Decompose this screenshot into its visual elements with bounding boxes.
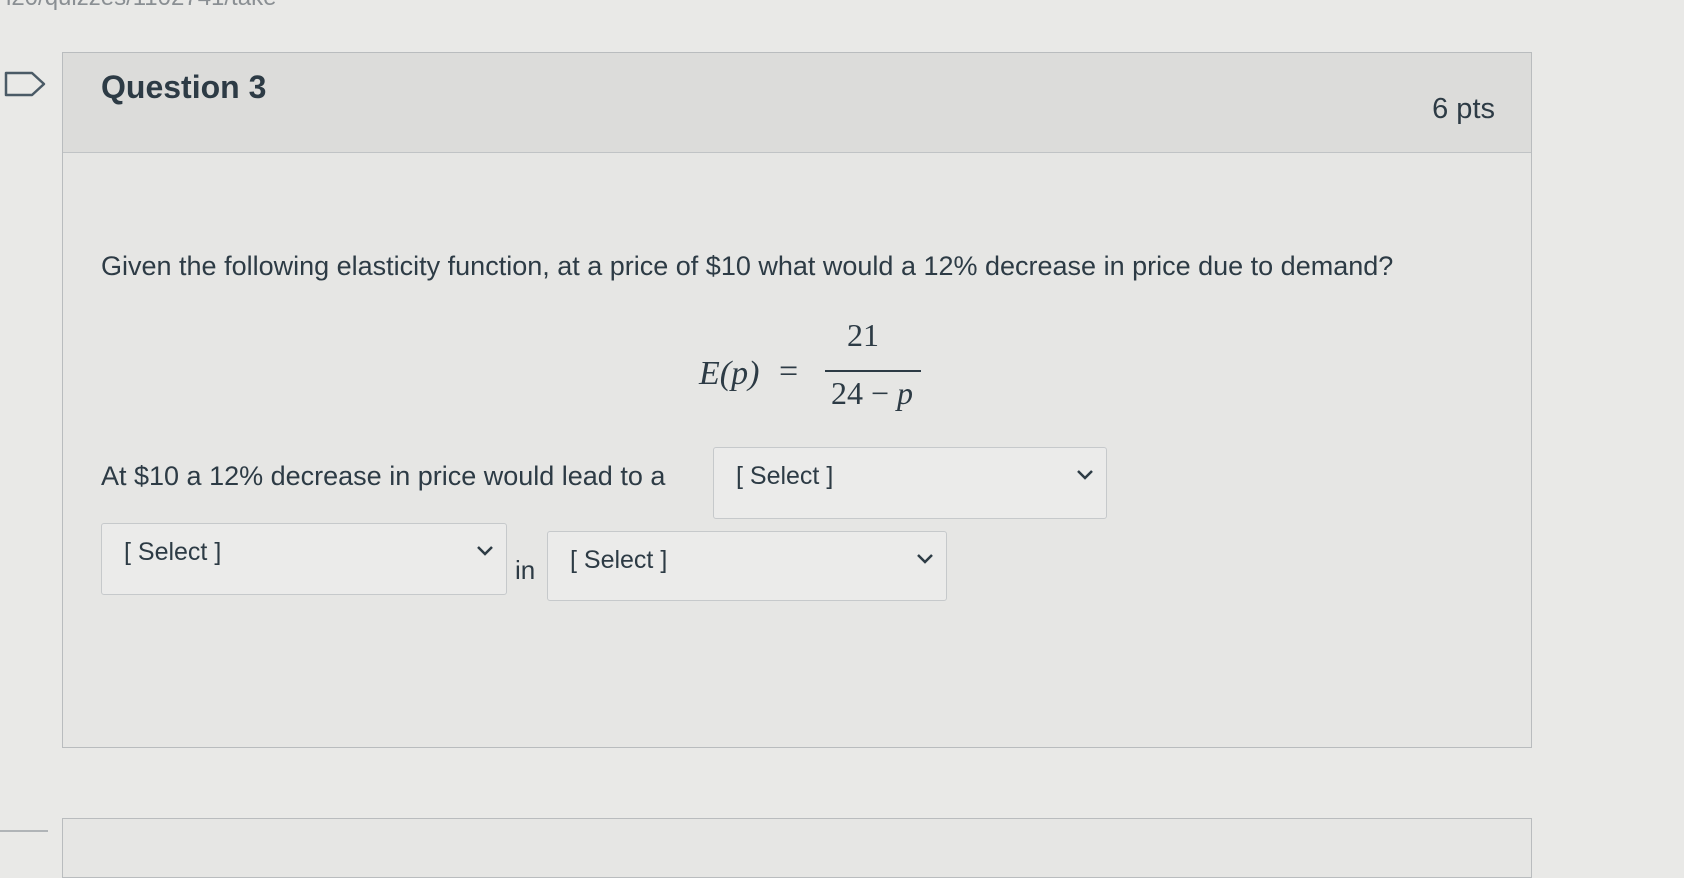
- formula-numerator: 21: [847, 317, 879, 353]
- question-title: Question 3: [101, 69, 267, 105]
- answer-select-2[interactable]: [ Select ]: [101, 523, 507, 595]
- formula-lhs: E(p): [699, 355, 760, 392]
- denominator-prefix: 24 −: [831, 375, 898, 411]
- formula-equals: =: [779, 353, 799, 390]
- question-prompt: Given the following elasticity function,…: [101, 251, 1394, 281]
- denominator-variable: p: [897, 375, 914, 411]
- formula-denominator: 24 − p: [831, 375, 913, 412]
- question-body: Given the following elasticity function,…: [63, 153, 1531, 749]
- question-points: 6 pts: [1432, 93, 1495, 125]
- question-header: Question 3 6 pts: [63, 53, 1531, 153]
- browser-url-bar: i20/quizzes/1102741/take: [0, 0, 1684, 14]
- chevron-down-icon: [917, 554, 933, 564]
- next-question-card: [62, 818, 1532, 878]
- answer-sentence: At $10 a 12% decrease in price would lea…: [101, 461, 666, 491]
- select-value: [ Select ]: [736, 462, 834, 490]
- next-question-flag: [0, 830, 48, 850]
- select-value: [ Select ]: [570, 546, 668, 574]
- question-card: Question 3 6 pts Given the following ela…: [62, 52, 1532, 748]
- flag-icon[interactable]: [4, 70, 48, 98]
- elasticity-formula: E(p) = 21 24 − p: [699, 317, 921, 417]
- fraction-bar: [825, 370, 921, 372]
- chevron-down-icon: [477, 546, 493, 556]
- answer-select-1[interactable]: [ Select ]: [713, 447, 1107, 519]
- select-value: [ Select ]: [124, 538, 222, 566]
- answer-select-3[interactable]: [ Select ]: [547, 531, 947, 601]
- url-text: i20/quizzes/1102741/take: [6, 0, 276, 12]
- in-label: in: [515, 555, 536, 585]
- chevron-down-icon: [1077, 470, 1093, 480]
